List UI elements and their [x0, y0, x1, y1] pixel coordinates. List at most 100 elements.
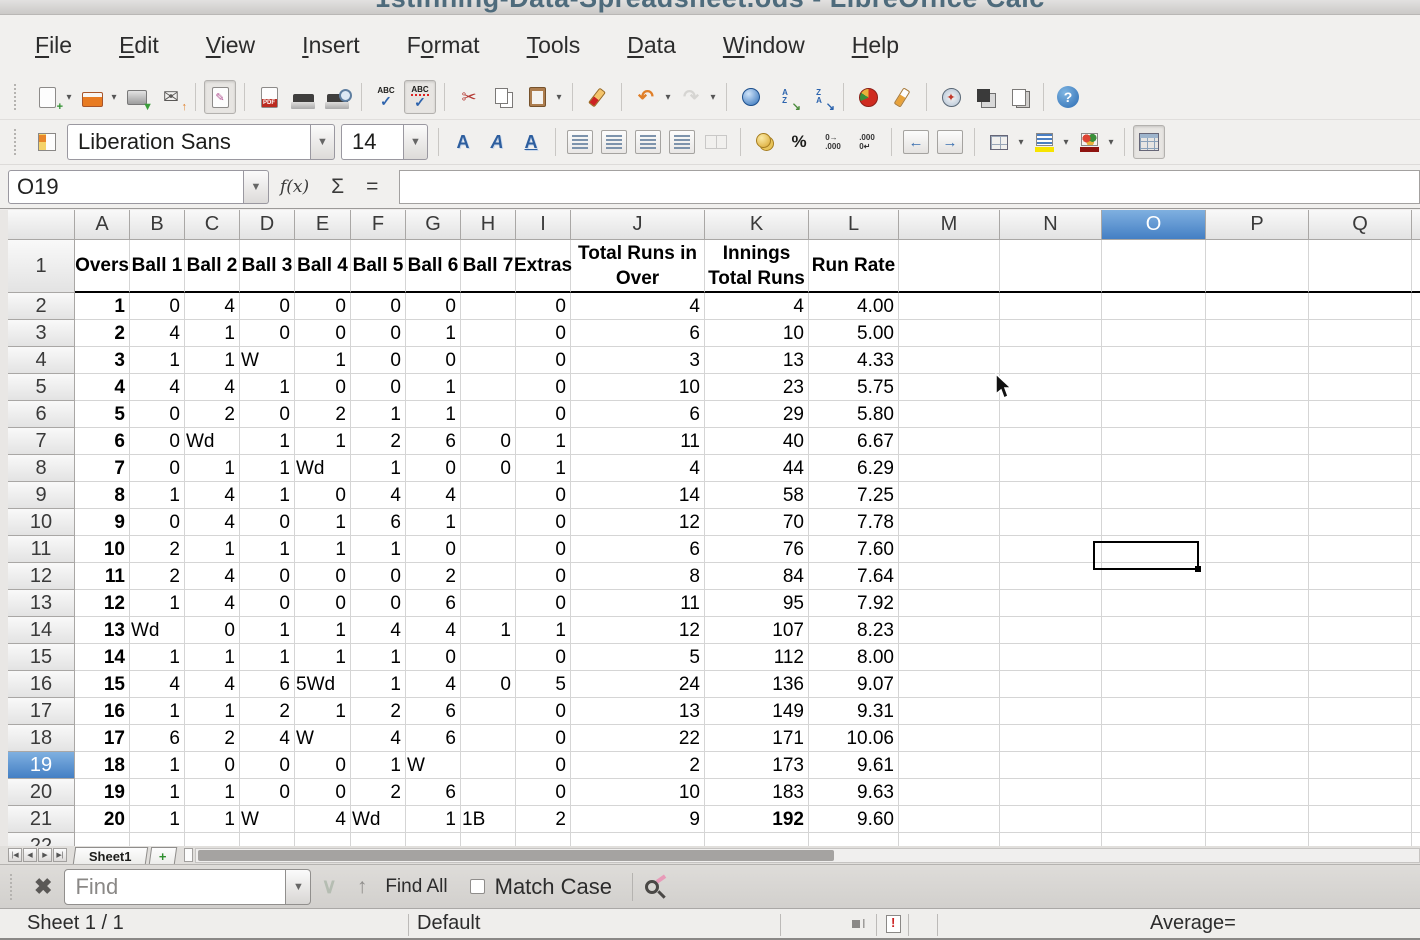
find-and-replace-icon[interactable]	[645, 880, 659, 894]
cell[interactable]: 4	[130, 671, 185, 698]
close-find-bar-icon[interactable]: ✖	[34, 874, 52, 900]
cell[interactable]	[1206, 240, 1309, 293]
cell[interactable]: 0	[406, 536, 461, 563]
find-next-icon[interactable]: ∨	[321, 874, 336, 899]
cell[interactable]: 171	[705, 725, 809, 752]
cell[interactable]: 9	[571, 806, 705, 833]
cell[interactable]	[1102, 240, 1206, 293]
cell[interactable]	[461, 644, 516, 671]
format-currency-icon[interactable]	[749, 125, 781, 159]
cell[interactable]	[705, 833, 809, 846]
row-header-12[interactable]: 12	[8, 563, 75, 590]
insert-mode-icon[interactable]: I	[852, 918, 870, 930]
cell[interactable]: 1	[240, 374, 295, 401]
cell[interactable]: 17	[75, 725, 130, 752]
cell[interactable]	[1000, 644, 1102, 671]
cell[interactable]: 4	[185, 374, 240, 401]
cell[interactable]: 4	[406, 617, 461, 644]
open-dropdown-icon[interactable]: ▾	[109, 92, 119, 103]
cell[interactable]	[1000, 752, 1102, 779]
scrollbar-splitter[interactable]	[184, 848, 193, 862]
cell[interactable]	[1000, 347, 1102, 374]
cell[interactable]	[461, 347, 516, 374]
cell[interactable]	[461, 563, 516, 590]
cell[interactable]: 4	[406, 482, 461, 509]
cell[interactable]	[1206, 509, 1309, 536]
cell[interactable]: 1	[185, 455, 240, 482]
cell[interactable]: 1	[130, 590, 185, 617]
toolbar-grip[interactable]	[14, 129, 22, 155]
cell[interactable]: 0	[516, 590, 571, 617]
row-header-20[interactable]: 20	[8, 779, 75, 806]
cell[interactable]	[406, 833, 461, 846]
cell[interactable]	[899, 563, 1000, 590]
font-size-combobox[interactable]: 14 ▼	[341, 124, 428, 160]
cell[interactable]: 1	[185, 320, 240, 347]
auto-spellcheck-icon[interactable]: ABC✓	[404, 80, 436, 114]
cell[interactable]	[1309, 698, 1412, 725]
menu-window[interactable]: Window	[708, 26, 820, 65]
cell[interactable]	[461, 752, 516, 779]
match-case-checkbox[interactable]	[470, 879, 485, 894]
cell[interactable]: 2	[295, 401, 351, 428]
cell[interactable]: 0	[406, 293, 461, 320]
cell[interactable]: 8.00	[809, 644, 899, 671]
cell[interactable]	[1102, 725, 1206, 752]
cell[interactable]: 0	[516, 320, 571, 347]
cell[interactable]: 44	[705, 455, 809, 482]
cell[interactable]	[1102, 374, 1206, 401]
cell[interactable]	[1412, 833, 1420, 846]
cell[interactable]: 1	[516, 428, 571, 455]
cell[interactable]: 1	[351, 752, 406, 779]
font-color-icon[interactable]	[1073, 125, 1105, 159]
cell[interactable]: 11	[75, 563, 130, 590]
column-header-J[interactable]: J	[571, 210, 705, 240]
cell[interactable]	[1309, 401, 1412, 428]
cell[interactable]: 0	[240, 590, 295, 617]
cell[interactable]: 14	[571, 482, 705, 509]
column-header-O[interactable]: O	[1102, 210, 1206, 240]
cell[interactable]	[1412, 563, 1420, 590]
cell[interactable]	[1412, 698, 1420, 725]
cell[interactable]	[1412, 428, 1420, 455]
align-justify-icon[interactable]	[666, 125, 698, 159]
cell[interactable]	[1206, 671, 1309, 698]
header-cell[interactable]: Extras	[516, 240, 571, 293]
row-header-15[interactable]: 15	[8, 644, 75, 671]
cell[interactable]: 2	[130, 563, 185, 590]
cell[interactable]	[1102, 563, 1206, 590]
help-icon[interactable]: ?	[1052, 80, 1084, 114]
cell[interactable]: 0	[295, 482, 351, 509]
row-header-14[interactable]: 14	[8, 617, 75, 644]
cell[interactable]	[1309, 833, 1412, 846]
cell[interactable]: 76	[705, 536, 809, 563]
cell[interactable]	[1412, 320, 1420, 347]
cell[interactable]	[185, 833, 240, 846]
cell[interactable]	[1412, 347, 1420, 374]
column-header-F[interactable]: F	[351, 210, 406, 240]
cell[interactable]: 1	[130, 806, 185, 833]
cell[interactable]	[899, 779, 1000, 806]
sort-ascending-icon[interactable]: A Z↘	[769, 80, 801, 114]
cell[interactable]	[809, 833, 899, 846]
find-input-dropdown-icon[interactable]: ▼	[286, 869, 311, 905]
cell[interactable]: 4	[705, 293, 809, 320]
insert-table-icon[interactable]	[1133, 125, 1165, 159]
cell[interactable]	[240, 833, 295, 846]
cell[interactable]	[1309, 725, 1412, 752]
save-icon[interactable]: ▼	[121, 80, 153, 114]
cell[interactable]: 1	[130, 482, 185, 509]
cell[interactable]: 15	[75, 671, 130, 698]
cell[interactable]	[461, 725, 516, 752]
cell[interactable]	[1206, 806, 1309, 833]
cell[interactable]: 6	[75, 428, 130, 455]
sidebar-icon[interactable]	[31, 125, 63, 159]
cell[interactable]: 0	[461, 428, 516, 455]
cell[interactable]: 0	[351, 374, 406, 401]
cell[interactable]	[516, 833, 571, 846]
cell[interactable]: 2	[571, 752, 705, 779]
cell[interactable]: 1	[240, 536, 295, 563]
cell[interactable]	[1206, 482, 1309, 509]
undo-dropdown-icon[interactable]: ▾	[663, 92, 673, 103]
column-header[interactable]	[1412, 210, 1420, 240]
